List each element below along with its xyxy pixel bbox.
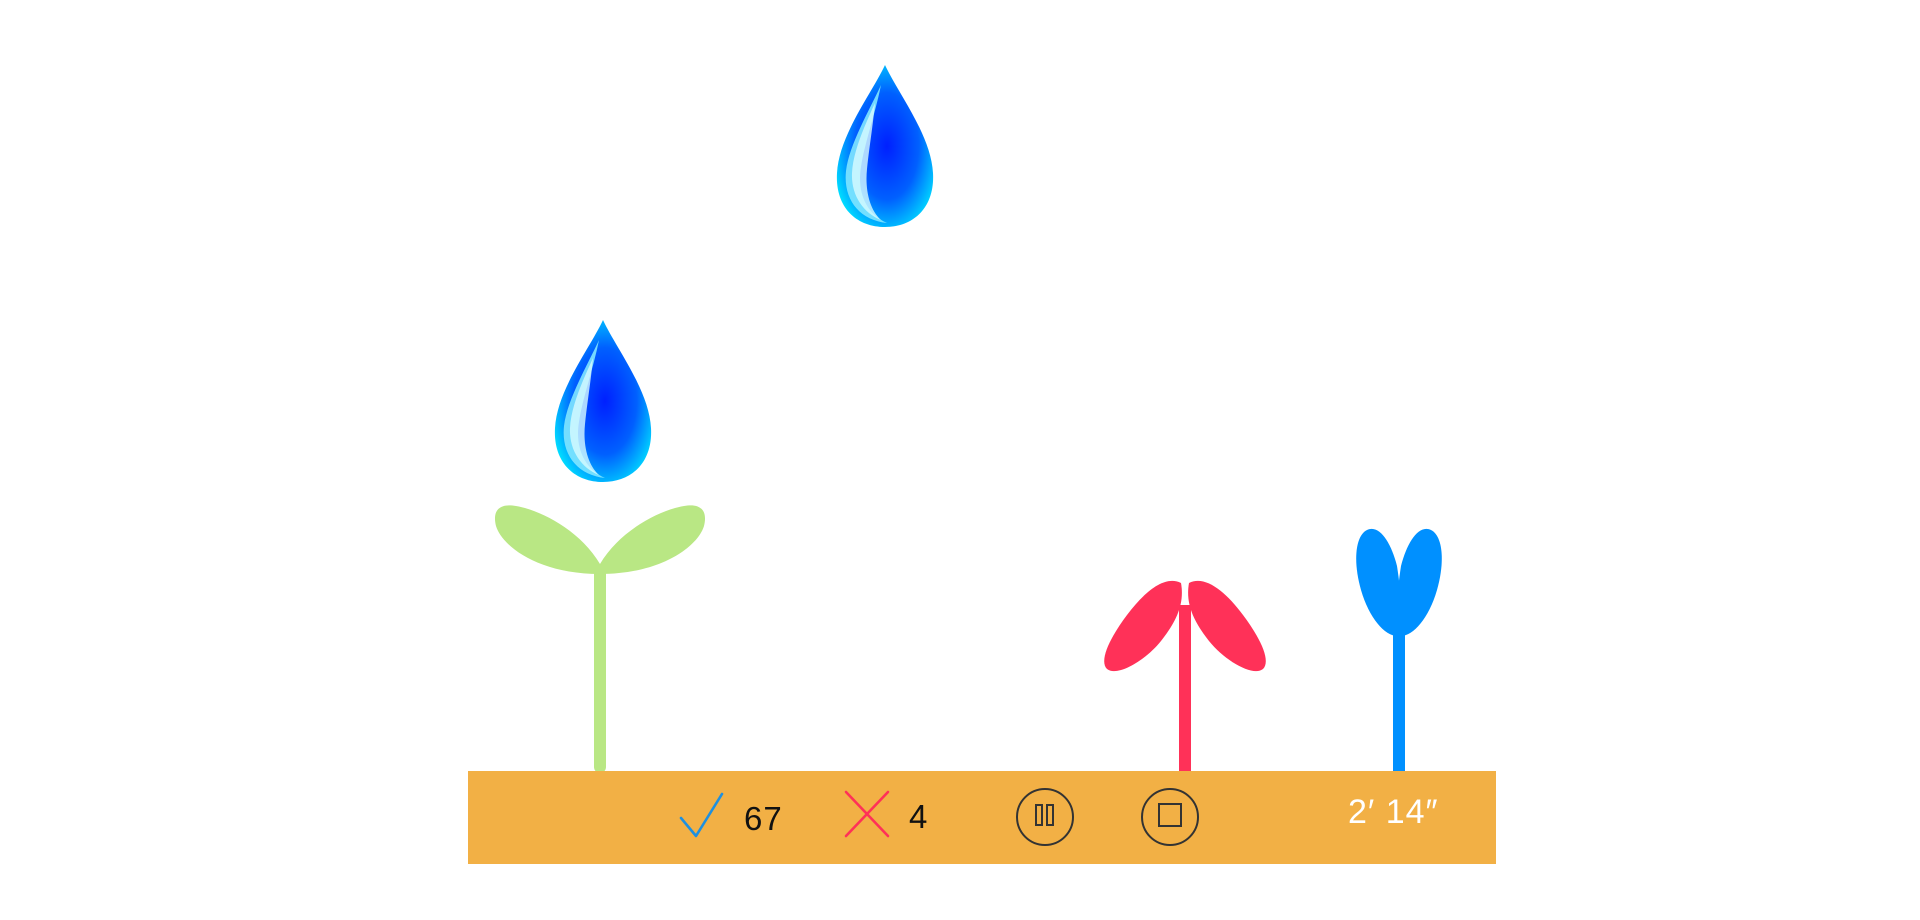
red-sprout (1104, 580, 1266, 773)
wrong-count: 4 (909, 797, 929, 835)
correct-score: 67 (678, 791, 783, 845)
stop-button[interactable] (1141, 788, 1199, 846)
blue-sprout (1356, 528, 1442, 773)
game-stage: 67 4 2′ 14″ (0, 0, 1920, 920)
elapsed-timer: 2′ 14″ (1348, 793, 1439, 831)
green-sprout (494, 505, 706, 773)
water-drop[interactable] (552, 318, 654, 488)
checkmark-icon (678, 790, 726, 847)
cross-icon (843, 788, 891, 845)
pause-button[interactable] (1016, 788, 1074, 846)
water-drop[interactable] (834, 63, 936, 233)
wrong-score: 4 (843, 789, 928, 843)
stop-icon (1157, 802, 1183, 833)
correct-count: 67 (744, 799, 783, 837)
ground-bar: 67 4 2′ 14″ (468, 771, 1496, 864)
pause-icon (1034, 803, 1056, 832)
